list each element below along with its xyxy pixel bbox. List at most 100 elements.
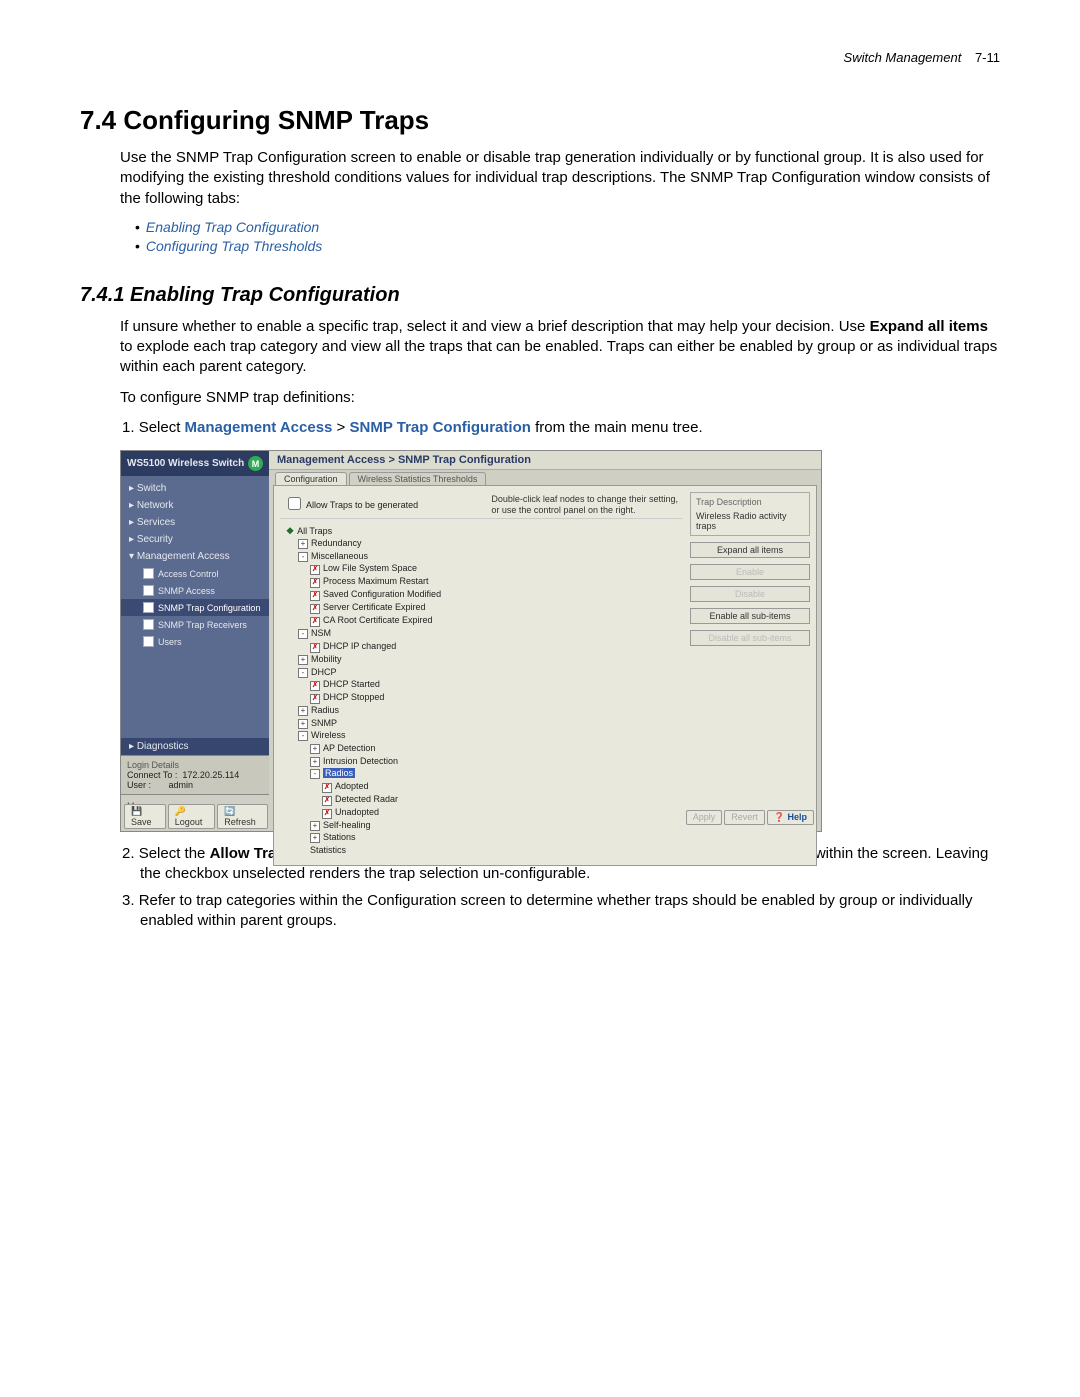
nav-snmp-trap-config[interactable]: SNMP Trap Configuration: [121, 599, 269, 616]
expand-all-button[interactable]: Expand all items: [690, 542, 810, 558]
expand-icon[interactable]: +: [310, 757, 320, 767]
subsection-paragraph: If unsure whether to enable a specific t…: [120, 317, 1000, 378]
expand-icon[interactable]: +: [310, 744, 320, 754]
sidebar-header: WS5100 Wireless Switch M: [121, 451, 269, 476]
app-screenshot: WS5100 Wireless Switch M ▸ Switch ▸ Netw…: [120, 450, 822, 832]
checkbox-icon[interactable]: ✗: [322, 809, 332, 819]
collapse-icon[interactable]: -: [298, 731, 308, 741]
expand-all-emph: Expand all items: [870, 318, 988, 335]
tree-mobility[interactable]: Mobility: [311, 654, 342, 664]
tree-radios-unadopted[interactable]: Unadopted: [335, 807, 379, 817]
checkbox-icon[interactable]: ✗: [322, 783, 332, 793]
trap-desc-title: Trap Description: [696, 497, 804, 507]
refresh-button[interactable]: 🔄 Refresh: [217, 804, 268, 829]
book-title: Switch Management: [844, 50, 962, 65]
tree-misc-low[interactable]: Low File System Space: [323, 563, 417, 573]
tree-misc-saved[interactable]: Saved Configuration Modified: [323, 589, 441, 599]
product-name: WS5100 Wireless Switch: [127, 458, 244, 469]
checkbox-icon[interactable]: ✗: [310, 604, 320, 614]
tree-misc-proc[interactable]: Process Maximum Restart: [323, 576, 429, 586]
bullet-item[interactable]: •Enabling Trap Configuration: [135, 219, 1000, 235]
tree-radius[interactable]: Radius: [311, 705, 339, 715]
checkbox-icon[interactable]: ✗: [310, 694, 320, 704]
checkbox-icon[interactable]: ✗: [310, 681, 320, 691]
tree-dhcp-started[interactable]: DHCP Started: [323, 679, 380, 689]
expand-icon[interactable]: +: [298, 655, 308, 665]
collapse-icon[interactable]: -: [298, 629, 308, 639]
tree-misc-ca[interactable]: CA Root Certificate Expired: [323, 615, 433, 625]
checkbox-icon[interactable]: ✗: [310, 578, 320, 588]
tree-nsm-dhcp[interactable]: DHCP IP changed: [323, 641, 396, 651]
collapse-icon[interactable]: -: [298, 552, 308, 562]
tree-dhcp[interactable]: DHCP: [311, 667, 337, 677]
expand-icon[interactable]: +: [298, 706, 308, 716]
step-1: 1. Select Management Access > SNMP Trap …: [140, 418, 1000, 438]
tree-statistics[interactable]: Statistics: [310, 845, 346, 855]
checkbox-icon[interactable]: ✗: [310, 643, 320, 653]
login-details-title: Login Details: [127, 760, 263, 770]
tab-wireless-stats[interactable]: Wireless Statistics Thresholds: [349, 472, 487, 485]
tree-dhcp-stopped[interactable]: DHCP Stopped: [323, 692, 384, 702]
section-title: 7.4 Configuring SNMP Traps: [80, 105, 1000, 136]
trap-description-box: Trap Description Wireless Radio activity…: [690, 492, 810, 536]
trap-tree[interactable]: ❖All Traps +Redundancy -Miscellaneous ✗L…: [280, 523, 682, 859]
tree-misc[interactable]: Miscellaneous: [311, 551, 368, 561]
nav-switch[interactable]: ▸ Switch: [121, 480, 269, 497]
tree-radios-selected[interactable]: Radios: [323, 768, 355, 778]
tree-radios-adopted[interactable]: Adopted: [335, 781, 369, 791]
tab-configuration[interactable]: Configuration: [275, 472, 347, 485]
enable-all-sub-button[interactable]: Enable all sub-items: [690, 608, 810, 624]
tree-misc-server[interactable]: Server Certificate Expired: [323, 602, 426, 612]
checkbox-icon[interactable]: ✗: [310, 565, 320, 575]
save-button[interactable]: 💾 Save: [124, 804, 166, 829]
tree-snmp[interactable]: SNMP: [311, 718, 337, 728]
expand-icon[interactable]: +: [298, 719, 308, 729]
help-button[interactable]: ❓ Help: [767, 810, 814, 825]
disable-all-sub-button[interactable]: Disable all sub-items: [690, 630, 810, 646]
expand-icon[interactable]: +: [310, 821, 320, 831]
menu-path-2: SNMP Trap Configuration: [350, 419, 531, 436]
nav-network[interactable]: ▸ Network: [121, 497, 269, 514]
enable-button[interactable]: Enable: [690, 564, 810, 580]
tree-stations[interactable]: Stations: [323, 832, 356, 842]
disable-button[interactable]: Disable: [690, 586, 810, 602]
content-button-bar: Apply Revert ❓ Help: [685, 810, 815, 825]
subsection-title: 7.4.1 Enabling Trap Configuration: [80, 284, 1000, 307]
nav-access-control[interactable]: Access Control: [121, 565, 269, 582]
nav-management-access[interactable]: ▾ Management Access: [121, 548, 269, 565]
tree-wireless[interactable]: Wireless: [311, 730, 346, 740]
tab-strip: Configuration Wireless Statistics Thresh…: [269, 470, 821, 485]
tree-self-healing[interactable]: Self-healing: [323, 820, 371, 830]
nav-snmp-access[interactable]: SNMP Access: [121, 582, 269, 599]
revert-button[interactable]: Revert: [724, 810, 765, 825]
tree-redundancy[interactable]: Redundancy: [311, 538, 362, 548]
config-panel: Allow Traps to be generated Double-click…: [273, 485, 817, 866]
tree-radios-detected[interactable]: Detected Radar: [335, 794, 398, 804]
section-name: Configuring SNMP Traps: [123, 105, 429, 135]
expand-icon[interactable]: +: [298, 539, 308, 549]
right-control-panel: Trap Description Wireless Radio activity…: [690, 492, 810, 859]
tree-all-traps[interactable]: All Traps: [297, 526, 332, 536]
checkbox-icon[interactable]: ✗: [322, 796, 332, 806]
sidebar-button-bar: 💾 Save 🔑 Logout 🔄 Refresh: [123, 804, 269, 829]
bullet-item[interactable]: •Configuring Trap Thresholds: [135, 238, 1000, 254]
nav-users[interactable]: Users: [121, 633, 269, 650]
allow-traps-checkbox[interactable]: Allow Traps to be generated: [284, 494, 418, 513]
collapse-icon[interactable]: -: [310, 769, 320, 779]
apply-button[interactable]: Apply: [686, 810, 723, 825]
checkbox-icon[interactable]: ✗: [310, 617, 320, 627]
nav-services[interactable]: ▸ Services: [121, 514, 269, 531]
logout-button[interactable]: 🔑 Logout: [168, 804, 215, 829]
checkbox-icon[interactable]: ✗: [310, 591, 320, 601]
collapse-icon[interactable]: -: [298, 668, 308, 678]
nav-security[interactable]: ▸ Security: [121, 531, 269, 548]
tree-ap-detection[interactable]: AP Detection: [323, 743, 375, 753]
nav-diagnostics[interactable]: ▸ Diagnostics: [121, 738, 269, 755]
brand-logo-icon: M: [248, 456, 263, 471]
nav-snmp-trap-receivers[interactable]: SNMP Trap Receivers: [121, 616, 269, 633]
menu-path-1: Management Access: [185, 419, 333, 436]
tree-intrusion[interactable]: Intrusion Detection: [323, 756, 398, 766]
tree-nsm[interactable]: NSM: [311, 628, 331, 638]
login-connect: Connect To : 172.20.25.114: [127, 770, 263, 780]
expand-icon[interactable]: +: [310, 833, 320, 843]
